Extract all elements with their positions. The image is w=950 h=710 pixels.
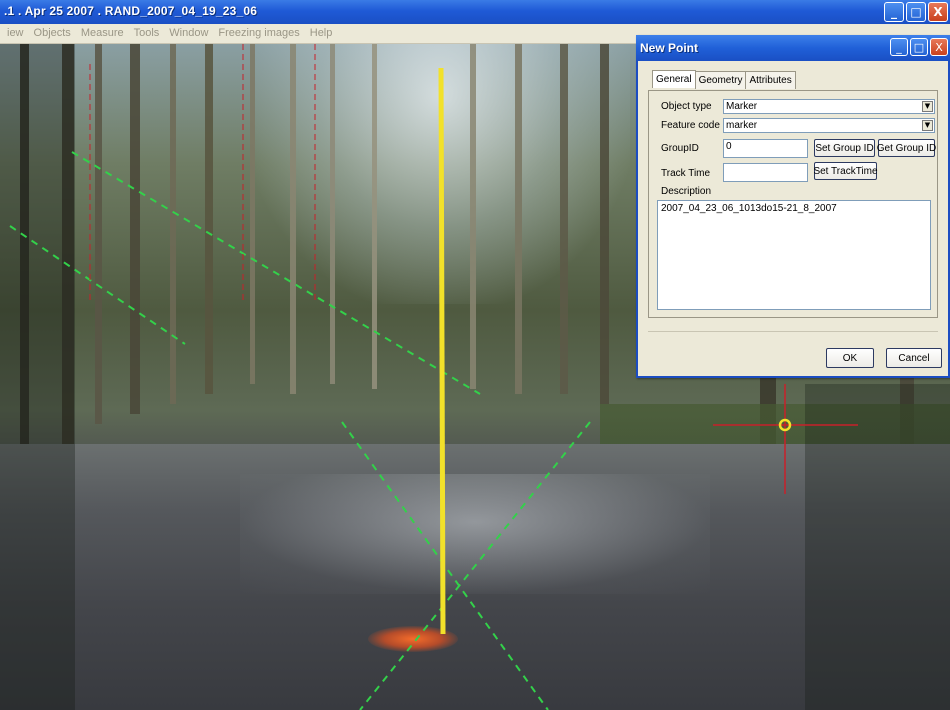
get-group-id-button[interactable]: Get Group ID xyxy=(877,139,936,157)
track-time-input[interactable] xyxy=(723,163,808,182)
dialog-controls: _ □ X xyxy=(890,38,948,56)
feature-code-label: Feature code xyxy=(661,120,720,131)
menu-help[interactable]: Help xyxy=(305,24,338,39)
object-type-value: Marker xyxy=(726,101,758,112)
menu-view[interactable]: iew xyxy=(2,24,29,39)
feature-code-value: marker xyxy=(726,120,758,131)
dialog-close-button[interactable]: X xyxy=(930,38,948,56)
group-id-input[interactable]: 0 xyxy=(723,139,808,158)
dialog-maximize-button[interactable]: □ xyxy=(910,38,928,56)
cancel-button[interactable]: Cancel xyxy=(886,348,942,368)
new-point-dialog: New Point _ □ X General Geometry Attribu… xyxy=(636,35,950,378)
window-controls: _ □ X xyxy=(884,2,948,22)
description-textarea[interactable]: 2007_04_23_06_1013do15-21_8_2007 xyxy=(657,200,931,310)
general-tab-panel: Object type Marker ▼ Feature code marker… xyxy=(648,90,938,318)
maximize-button[interactable]: □ xyxy=(906,2,926,22)
object-type-select[interactable]: Marker ▼ xyxy=(723,99,935,114)
window-title: .1 . Apr 25 2007 . RAND_2007_04_19_23_06 xyxy=(4,4,258,18)
menu-measure[interactable]: Measure xyxy=(76,24,129,39)
dialog-title: New Point xyxy=(640,41,699,55)
green-guide-line-cross-b xyxy=(359,421,591,710)
chevron-down-icon[interactable]: ▼ xyxy=(922,120,933,131)
tab-general[interactable]: General xyxy=(652,70,696,88)
close-button[interactable]: X xyxy=(928,2,948,22)
green-guide-line-left xyxy=(9,225,186,345)
menu-freezing-images[interactable]: Freezing images xyxy=(213,24,304,39)
green-guide-line-upper xyxy=(71,151,481,395)
track-time-label: Track Time xyxy=(661,168,711,179)
object-type-label: Object type xyxy=(661,101,712,112)
chevron-down-icon[interactable]: ▼ xyxy=(922,101,933,112)
dialog-minimize-button[interactable]: _ xyxy=(890,38,908,56)
app-window: .1 . Apr 25 2007 . RAND_2007_04_19_23_06… xyxy=(0,0,950,710)
group-id-label: GroupID xyxy=(661,143,699,154)
dialog-separator xyxy=(648,331,938,332)
menu-window[interactable]: Window xyxy=(164,24,213,39)
yellow-measure-line[interactable] xyxy=(438,67,446,635)
dialog-title-bar[interactable]: New Point _ □ X xyxy=(636,35,950,61)
ok-button[interactable]: OK xyxy=(826,348,874,368)
menu-objects[interactable]: Objects xyxy=(29,24,76,39)
tab-attributes[interactable]: Attributes xyxy=(745,71,796,89)
menu-tools[interactable]: Tools xyxy=(129,24,165,39)
title-bar[interactable]: .1 . Apr 25 2007 . RAND_2007_04_19_23_06… xyxy=(0,0,950,24)
set-group-id-button[interactable]: Set Group ID xyxy=(814,139,875,157)
feature-code-select[interactable]: marker ▼ xyxy=(723,118,935,133)
set-track-time-button[interactable]: Set TrackTime xyxy=(813,162,878,180)
dialog-tabs: General Geometry Attributes xyxy=(652,70,796,89)
description-label: Description xyxy=(661,186,712,197)
tab-geometry[interactable]: Geometry xyxy=(694,71,747,89)
minimize-button[interactable]: _ xyxy=(884,2,904,22)
